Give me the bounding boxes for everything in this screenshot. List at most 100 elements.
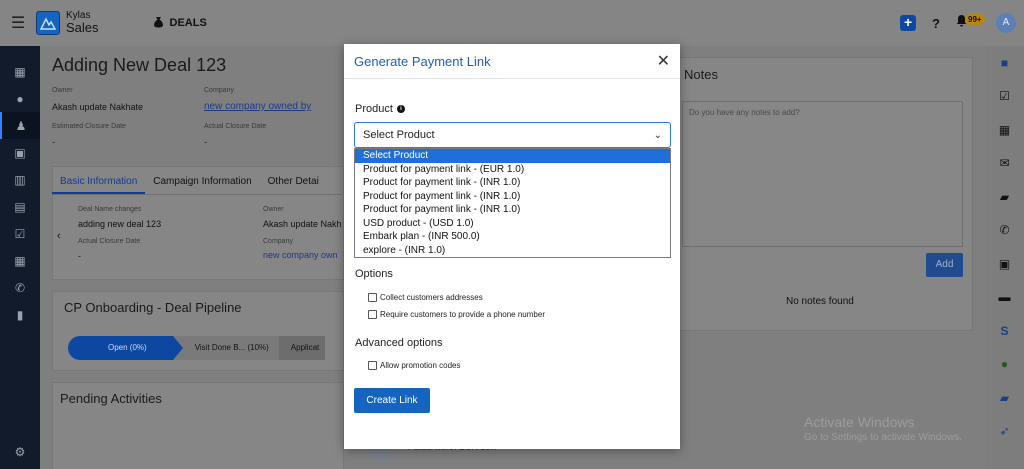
tab-campaign-information[interactable]: Campaign Information bbox=[145, 170, 259, 194]
phone-icon[interactable]: ✆ bbox=[985, 214, 1024, 248]
actual-closure-label: Actual Closure Date bbox=[204, 123, 267, 130]
product-select[interactable]: Select Product ⌄ bbox=[354, 122, 671, 148]
menu-icon[interactable]: ☰ bbox=[0, 13, 36, 33]
tab-basic-information[interactable]: Basic Information bbox=[52, 170, 146, 194]
require-phone-label: Require customers to provide a phone num… bbox=[380, 310, 545, 319]
id-card-icon[interactable]: ▣ bbox=[985, 247, 1024, 281]
folder-icon[interactable]: ▬ bbox=[985, 281, 1024, 315]
task-checkbox-icon[interactable]: ☑ bbox=[985, 80, 1024, 114]
product-option[interactable]: Product for payment link - (INR 1.0) bbox=[355, 176, 670, 190]
notifications-button[interactable]: 99+ bbox=[956, 14, 985, 32]
product-option[interactable]: Product for payment link - (EUR 1.0) bbox=[355, 163, 670, 177]
deal-tabs: Basic Information Campaign Information O… bbox=[52, 170, 342, 195]
actual-closure-value: - bbox=[204, 137, 207, 147]
breadcrumb: DEALS bbox=[153, 16, 207, 31]
pipeline-stages: Open (0%) Visit Done B... (10%) Applicat bbox=[68, 336, 326, 360]
options-section-title: Options bbox=[355, 268, 393, 280]
right-sidebar: ■ ☑ ▦ ✉ ▰ ✆ ▣ ▬ S ● ▰ ➶ bbox=[985, 46, 1024, 469]
est-closure-value: - bbox=[52, 137, 55, 147]
pipeline-title: CP Onboarding - Deal Pipeline bbox=[64, 300, 242, 315]
basic-company-label: Company bbox=[263, 238, 293, 245]
page-title: DEALS bbox=[169, 17, 207, 29]
reports-icon[interactable]: ▮ bbox=[0, 301, 40, 328]
phone-icon[interactable]: ✆ bbox=[0, 274, 40, 301]
money-bag-icon bbox=[153, 16, 164, 31]
notes-title: Notes bbox=[684, 67, 718, 82]
avatar[interactable]: A bbox=[996, 13, 1016, 33]
product-select-value: Select Product bbox=[363, 129, 435, 141]
quick-add-button[interactable]: + bbox=[900, 15, 917, 31]
basic-company-link[interactable]: new company own bbox=[263, 250, 338, 260]
help-icon[interactable]: ? bbox=[932, 16, 940, 31]
product-label: Product bbox=[355, 103, 393, 115]
rocket-icon[interactable]: ➶ bbox=[985, 415, 1024, 449]
company-icon[interactable]: ▥ bbox=[0, 166, 40, 193]
notes-placeholder: Do you have any notes to add? bbox=[689, 108, 800, 117]
require-phone-checkbox[interactable] bbox=[368, 310, 377, 319]
calendar-icon[interactable]: ▦ bbox=[985, 113, 1024, 147]
collect-address-checkbox[interactable] bbox=[368, 293, 377, 302]
create-link-button[interactable]: Create Link bbox=[354, 388, 430, 413]
product-option[interactable]: Embark plan - (INR 500.0) bbox=[355, 230, 670, 244]
modal-title: Generate Payment Link bbox=[354, 53, 491, 69]
deal-name-label: Deal Name changes bbox=[78, 206, 142, 213]
product-option[interactable]: Select Product bbox=[355, 149, 670, 163]
email-icon[interactable]: ✉ bbox=[985, 147, 1024, 181]
pipeline-stage-application[interactable]: Applicat bbox=[278, 336, 326, 360]
pipeline-stage-visit-done[interactable]: Visit Done B... (10%) bbox=[172, 336, 279, 360]
require-phone-option[interactable]: Require customers to provide a phone num… bbox=[368, 310, 545, 319]
promo-label: Allow promotion codes bbox=[380, 361, 461, 370]
deal-name-value: adding new deal 123 bbox=[78, 219, 162, 229]
close-icon[interactable]: ✕ bbox=[657, 51, 670, 71]
chevron-left-icon[interactable]: ‹ bbox=[57, 230, 61, 242]
windows-watermark-title: Activate Windows bbox=[804, 414, 915, 430]
chat-icon[interactable]: ▰ bbox=[985, 180, 1024, 214]
owner-label: Owner bbox=[52, 87, 73, 94]
top-bar: ☰ Kylas Sales DEALS + ? 99+ A bbox=[0, 0, 1024, 46]
company-link[interactable]: new company owned by bbox=[204, 101, 311, 112]
gear-icon[interactable]: ⚙ bbox=[0, 438, 40, 465]
advanced-section-title: Advanced options bbox=[355, 337, 443, 349]
deals-icon[interactable]: ♟ bbox=[0, 112, 40, 139]
tab-other-details[interactable]: Other Detai bbox=[260, 170, 327, 194]
left-sidebar: ▦ ● ♟ ▣ ▥ ▤ ☑ ▦ ✆ ▮ ⚙ bbox=[0, 46, 40, 469]
windows-watermark-subtitle: Go to Settings to activate Windows. bbox=[804, 432, 962, 443]
product-option[interactable]: Product for payment link - (INR 1.0) bbox=[355, 190, 670, 204]
add-note-button[interactable]: Add bbox=[926, 253, 963, 277]
person-green-icon[interactable]: ● bbox=[985, 348, 1024, 382]
pending-activities-title: Pending Activities bbox=[60, 391, 162, 406]
kylas-logo-icon[interactable] bbox=[36, 11, 60, 35]
product-option[interactable]: explore - (INR 1.0) bbox=[355, 244, 670, 258]
info-icon[interactable]: i bbox=[396, 105, 405, 113]
promo-checkbox[interactable] bbox=[368, 361, 377, 370]
clipboard-icon[interactable]: ▤ bbox=[0, 193, 40, 220]
collect-address-option[interactable]: Collect customers addresses bbox=[368, 293, 483, 302]
promo-option[interactable]: Allow promotion codes bbox=[368, 361, 460, 370]
chevron-down-icon: ⌄ bbox=[653, 129, 662, 141]
no-notes-text: No notes found bbox=[786, 296, 854, 307]
basic-owner-value: Akash update Nakh bbox=[263, 219, 342, 229]
product-option[interactable]: Product for payment link - (INR 1.0) bbox=[355, 203, 670, 217]
message-icon[interactable]: ▰ bbox=[985, 381, 1024, 415]
brand: Kylas Sales bbox=[66, 10, 99, 35]
deal-title: Adding New Deal 123 bbox=[52, 55, 227, 75]
dashboard-icon[interactable]: ▦ bbox=[0, 58, 40, 85]
contacts-icon[interactable]: ▣ bbox=[0, 139, 40, 166]
product-label-row: Product i bbox=[355, 103, 405, 115]
calendar-icon[interactable]: ▦ bbox=[0, 247, 40, 274]
modal-header: Generate Payment Link ✕ bbox=[344, 44, 680, 79]
top-right-actions: + ? 99+ A bbox=[900, 0, 1016, 46]
notification-badge: 99+ bbox=[965, 14, 985, 25]
product-option[interactable]: USD product - (USD 1.0) bbox=[355, 217, 670, 231]
notes-input[interactable] bbox=[682, 101, 963, 247]
basic-closure-label: Actual Closure Date bbox=[78, 238, 141, 245]
pipeline-stage-open[interactable]: Open (0%) bbox=[68, 336, 183, 360]
user-icon[interactable]: ● bbox=[0, 85, 40, 112]
collect-address-label: Collect customers addresses bbox=[380, 293, 483, 302]
product-dropdown-list: Select Product Product for payment link … bbox=[354, 148, 671, 258]
basic-closure-value: - bbox=[78, 251, 81, 261]
s-app-icon[interactable]: S bbox=[985, 314, 1024, 348]
tasks-checkbox-icon[interactable]: ☑ bbox=[0, 220, 40, 247]
sticky-note-icon[interactable]: ■ bbox=[985, 46, 1024, 80]
company-label: Company bbox=[204, 87, 234, 94]
